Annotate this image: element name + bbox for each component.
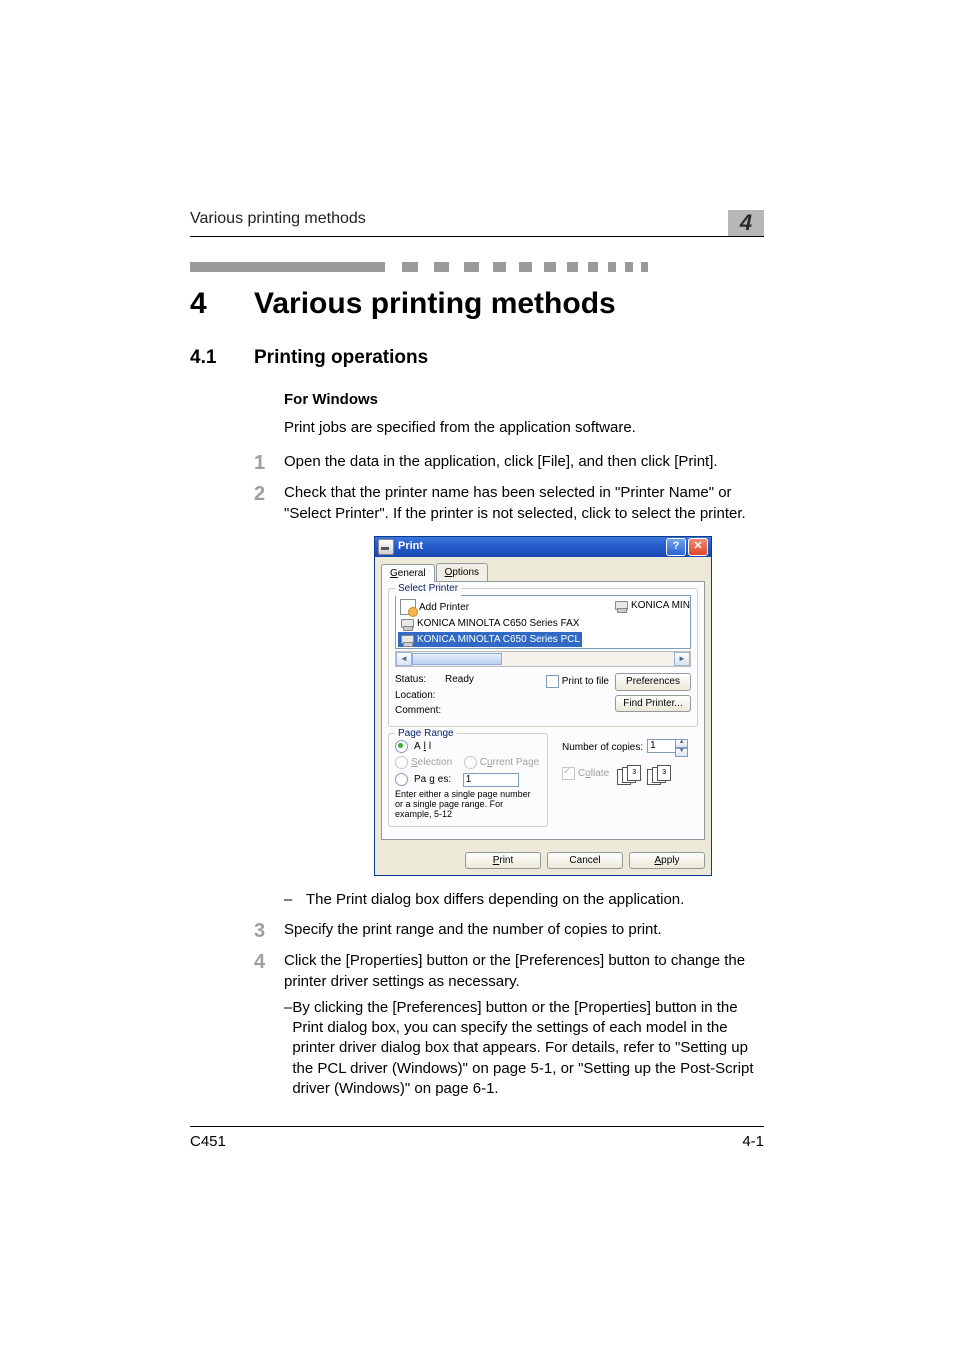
printer-item-ps[interactable]: KONICA MINOLTA C650 Series PS: [612, 598, 691, 614]
apply-button[interactable]: Apply: [629, 852, 705, 870]
pages-input[interactable]: [463, 773, 519, 787]
scroll-left-button[interactable]: ◄: [396, 652, 412, 666]
tab-strip: General Options: [375, 557, 711, 582]
add-printer-icon: [400, 599, 416, 615]
group-label: Select Printer: [395, 582, 461, 596]
step-number: 3: [254, 920, 284, 941]
print-dialog: Print ? ✕ General Options Select Printer: [374, 536, 712, 876]
step-number: 2: [254, 483, 284, 524]
print-button[interactable]: Print: [465, 852, 541, 870]
close-button[interactable]: ✕: [688, 538, 708, 556]
step-4-note: By clicking the [Preferences] button or …: [292, 998, 764, 1099]
copies-stepper[interactable]: ▲▼: [647, 739, 688, 757]
step-text: Check that the printer name has been sel…: [284, 483, 764, 524]
chapter-number: 4: [190, 287, 254, 321]
step-number: 4: [254, 951, 284, 1099]
step-2: 2 Check that the printer name has been s…: [254, 483, 764, 524]
footer-model: C451: [190, 1133, 226, 1150]
cancel-button[interactable]: Cancel: [547, 852, 623, 870]
decorative-bar: for(let i=0;i<23;i++){document.write('<d…: [190, 262, 764, 272]
help-button[interactable]: ?: [666, 538, 686, 556]
printer-list[interactable]: Add Printer KONICA MINOLTA C650 Series F…: [395, 595, 691, 649]
printer-item-fax[interactable]: KONICA MINOLTA C650 Series FAX: [398, 616, 582, 632]
footer-page-number: 4-1: [742, 1133, 764, 1150]
dialog-title: Print: [398, 539, 664, 554]
printer-icon: [400, 618, 414, 630]
step-text: Open the data in the application, click …: [284, 452, 764, 473]
step-text: Specify the print range and the number o…: [284, 920, 764, 941]
collate-icon: 123 123: [617, 765, 673, 783]
section-heading: 4.1 Printing operations: [190, 347, 764, 369]
subheading: For Windows: [284, 391, 764, 408]
copies-label: Number of copies:: [562, 741, 643, 755]
printer-icon: [614, 600, 628, 612]
page-footer: C451 4-1: [190, 1126, 764, 1150]
intro-paragraph: Print jobs are specified from the applic…: [284, 418, 764, 438]
group-label: Page Range: [395, 727, 457, 741]
step-text: Click the [Properties] button or the [Pr…: [284, 951, 764, 1099]
select-printer-group: Select Printer Add Printer KONICA MINOLT…: [388, 588, 698, 727]
copies-input[interactable]: [647, 739, 675, 753]
copies-group: Number of copies: ▲▼ Collate 1: [556, 733, 698, 827]
radio-selection: Selection: [395, 756, 452, 770]
radio-all[interactable]: All: [395, 740, 541, 754]
collate-checkbox: Collate: [562, 767, 609, 781]
scroll-track[interactable]: [412, 653, 674, 665]
step-number: 1: [254, 452, 284, 473]
pages-hint: Enter either a single page number or a s…: [395, 790, 541, 820]
chapter-heading: 4 Various printing methods: [190, 287, 764, 321]
section-number: 4.1: [190, 347, 254, 369]
chapter-title: Various printing methods: [254, 287, 616, 321]
radio-pages[interactable]: Pages:: [395, 773, 541, 787]
step-3: 3 Specify the print range and the number…: [254, 920, 764, 941]
radio-current-page: Current Page: [464, 756, 540, 770]
title-bar[interactable]: Print ? ✕: [375, 537, 711, 557]
step-2-note: – The Print dialog box differs depending…: [284, 890, 764, 910]
step-1: 1 Open the data in the application, clic…: [254, 452, 764, 473]
spin-down[interactable]: ▼: [675, 748, 688, 757]
preferences-button[interactable]: Preferences: [615, 673, 691, 691]
step-4: 4 Click the [Properties] button or the […: [254, 951, 764, 1099]
section-title: Printing operations: [254, 347, 428, 369]
horizontal-scrollbar[interactable]: ◄ ►: [395, 651, 691, 667]
print-to-file-checkbox[interactable]: Print to file: [546, 675, 609, 689]
chapter-marker: 4: [728, 210, 764, 236]
printer-icon: [378, 539, 394, 555]
scroll-thumb[interactable]: [412, 653, 502, 665]
printer-item-pcl[interactable]: KONICA MINOLTA C650 Series PCL: [398, 632, 582, 648]
add-printer-item[interactable]: Add Printer: [398, 598, 582, 616]
running-title: Various printing methods: [190, 210, 366, 227]
scroll-right-button[interactable]: ►: [674, 652, 690, 666]
page-range-group: Page Range All Selection Current Page Pa…: [388, 733, 548, 827]
printer-status: Status:Ready Location: Comment:: [395, 673, 536, 720]
print-dialog-screenshot: Print ? ✕ General Options Select Printer: [374, 536, 764, 876]
spin-up[interactable]: ▲: [675, 739, 688, 748]
tab-general[interactable]: General: [381, 564, 435, 583]
running-header: Various printing methods 4: [190, 210, 764, 237]
find-printer-button[interactable]: Find Printer...: [615, 695, 691, 713]
tab-options[interactable]: Options: [436, 563, 488, 582]
printer-icon: [400, 634, 414, 646]
